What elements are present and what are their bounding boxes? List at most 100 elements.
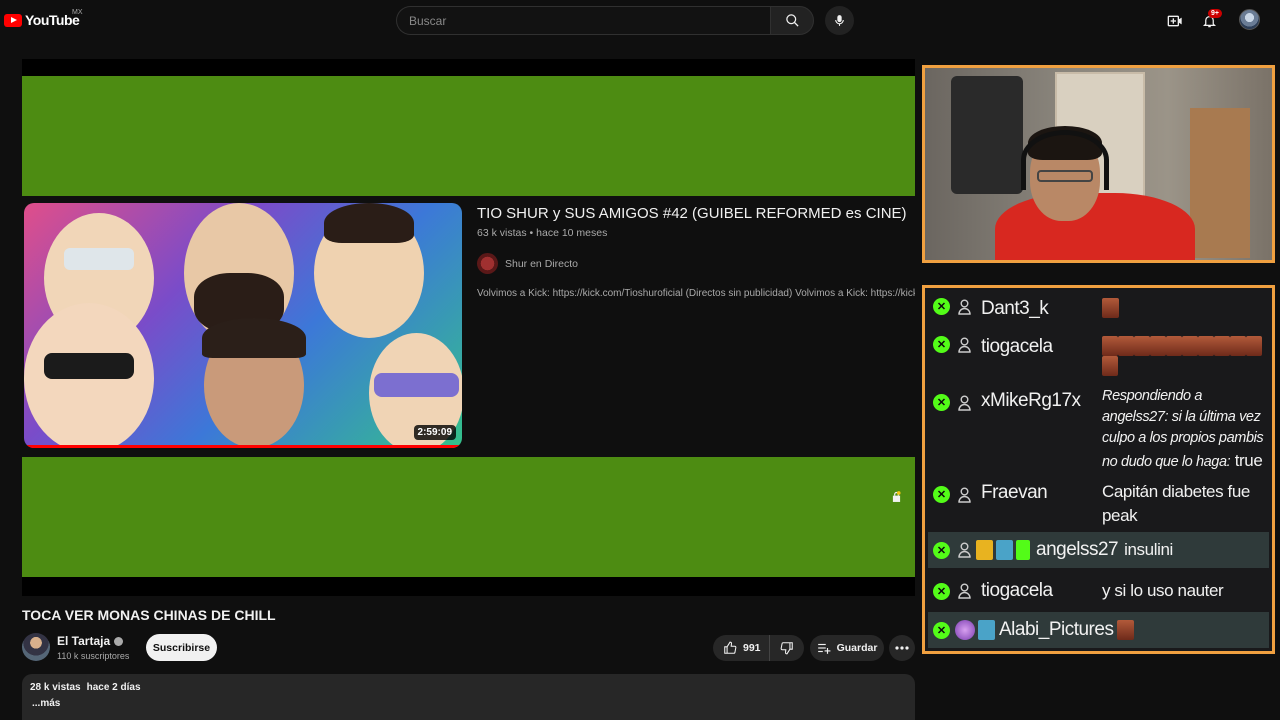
video-title: TOCA VER MONAS CHINAS DE CHILL [22,607,276,623]
chat-overlay: ✕ Dant3_k ✕ tiogacela ✕ xMikeRg17x Respo… [922,285,1275,654]
embedded-video-views: 63 k vistas [477,227,527,239]
emote-icon [1230,336,1246,356]
webcam-person-shirt [995,193,1195,260]
emote-icon [1246,336,1262,356]
chat-message: ✕ tiogacela y si lo uso nauter [928,576,1269,606]
subscriber-count: 110 k suscriptores [57,651,130,661]
emote-icon [1214,336,1230,356]
kick-badge-icon: ✕ [933,298,950,315]
subscriber-badge-icon [978,620,995,640]
emote-icon [1102,356,1118,376]
meta-separator: • [529,227,534,239]
search-input[interactable] [397,7,770,34]
embedded-video-title[interactable]: TIO SHUR y SUS AMIGOS #42 (GUIBEL REFORM… [477,205,907,222]
create-button[interactable] [1164,10,1186,32]
chat-message: ✕ Dant3_k [928,298,1269,324]
channel-avatar[interactable] [22,633,50,661]
kick-badge-icon: ✕ [933,394,950,411]
emote-icon [1166,336,1182,356]
cartoon-purple-glasses [374,373,459,397]
emote-icon [1118,336,1134,356]
view-count: 28 k vistas [30,682,81,693]
webcam-glasses [1037,170,1093,182]
country-code: MX [72,9,83,16]
emote-icon [1102,298,1119,318]
microphone-icon [835,15,844,26]
chat-text: true [1234,451,1263,470]
video-player[interactable]: 2:59:09 TIO SHUR y SUS AMIGOS #42 (GUIBE… [22,59,915,596]
chat-message: ✕ xMikeRg17x Respondiendo a angelss27: s… [928,386,1269,474]
chat-message-highlighted: ✕ angelss27 insulini [928,532,1269,568]
verified-icon [114,636,124,646]
watch-progress-bar [24,445,462,448]
like-dislike-group: 991 [713,635,804,661]
emote-icon [1198,336,1214,356]
like-count: 991 [743,642,761,654]
like-button[interactable]: 991 [713,635,770,661]
user-icon [956,486,973,503]
youtube-play-icon [4,13,22,27]
user-icon [956,298,973,315]
create-video-icon [1167,15,1182,27]
chat-username: tiogacela [981,336,1053,357]
cartoon-sunglasses [44,353,134,379]
lock-icon [892,491,901,502]
emote-icon [1117,620,1135,640]
user-icon [956,336,973,353]
subscribe-button[interactable]: Suscribirse [146,634,217,661]
crown-badge-icon [976,540,993,560]
webcam-overlay [922,65,1275,263]
embedded-video-thumbnail[interactable]: 2:59:09 [24,203,462,448]
top-bar: YouTube MX 9+ [0,0,1280,42]
chat-username: angelss27 [1036,539,1119,560]
kick-badge-icon: ✕ [933,541,950,559]
cartoon-glasses [64,248,134,270]
search-icon [785,14,799,27]
chat-username: Alabi_Pictures [999,619,1114,640]
voice-search-button[interactable] [825,6,854,35]
cartoon-hair [324,203,414,243]
green-screen-bottom [22,457,915,577]
embedded-video-age: hace 10 meses [536,227,608,239]
search-box [396,6,770,35]
account-avatar[interactable] [1239,9,1260,30]
chat-text: y si lo uso nauter [1102,581,1224,600]
channel-avatar [477,253,498,274]
playlist-add-icon [817,643,830,654]
more-horizontal-icon [895,646,909,650]
emote-icon [1182,336,1198,356]
chat-text: insulini [1124,540,1173,559]
chat-message: ✕ tiogacela [928,336,1269,382]
dislike-button[interactable] [770,641,804,655]
more-actions-button[interactable] [889,635,915,661]
description-box[interactable]: 28 k vistas hace 2 días ...más [22,674,915,720]
search-button[interactable] [770,6,814,35]
embedded-video-channel[interactable]: Shur en Directo [477,253,578,274]
webcam-chair [1190,108,1250,258]
chat-message-body: Respondiendo a angelss27: si la última v… [1102,386,1269,473]
kick-badge-icon: ✕ [933,621,950,639]
user-icon [956,394,973,411]
chat-message-highlighted: ✕ Alabi_Pictures [928,612,1269,648]
channel-name[interactable]: El Tartaja [57,634,124,648]
webcam-jersey [951,76,1023,194]
user-icon [956,542,973,559]
kick-badge-icon: ✕ [933,336,950,353]
green-screen-top [22,76,915,196]
description-stats: 28 k vistas hace 2 días [30,682,907,693]
emote-icon [1150,336,1166,356]
chat-message: ✕ Fraevan Capitán diabetes fue peak [928,480,1269,530]
channel-name: Shur en Directo [505,257,578,270]
show-more-link[interactable]: ...más [32,698,907,709]
gift-badge-icon [1016,540,1030,560]
notification-badge: 9+ [1208,9,1222,18]
chat-username: Dant3_k [981,298,1049,319]
chat-text: Capitán diabetes fue peak [1102,482,1250,525]
thumbs-down-icon [780,642,793,655]
embedded-video-meta: 63 k vistas • hace 10 meses [477,227,607,239]
save-button[interactable]: Guardar [810,635,884,661]
user-avatar-icon [955,620,975,640]
emote-icon [1134,336,1150,356]
youtube-logo[interactable]: YouTube MX [4,9,83,28]
kick-badge-icon: ✕ [933,486,950,503]
